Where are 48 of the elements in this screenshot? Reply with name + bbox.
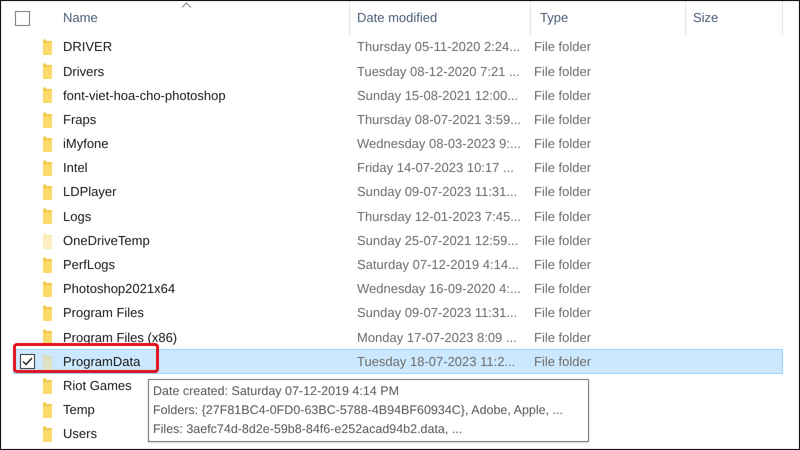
file-type: File folder	[534, 281, 592, 296]
file-name: Program Files (x86)	[63, 328, 178, 347]
file-name: Users	[63, 425, 97, 444]
file-name: Fraps	[63, 110, 96, 129]
file-name: Photoshop2021x64	[63, 280, 176, 298]
date-modified: Saturday 07-12-2019 4:14...	[357, 257, 519, 272]
file-type: File folder	[534, 257, 592, 272]
tooltip-line: Date created: Saturday 07-12-2019 4:14 PM	[153, 383, 400, 400]
file-type: File folder	[534, 160, 592, 176]
file-name: OneDriveTemp	[63, 232, 150, 250]
date-modified: Sunday 25-07-2021 12:59...	[357, 232, 518, 248]
date-modified: Monday 17-07-2023 8:09 ...	[357, 330, 517, 345]
file-name: font-viet-hoa-cho-photoshop	[63, 86, 226, 105]
file-type: File folder	[534, 136, 592, 152]
file-type: File folder	[534, 330, 592, 345]
file-name: DRIVER	[63, 38, 112, 56]
date-modified: Sunday 15-08-2021 12:00...	[357, 88, 518, 103]
file-name: LDPlayer	[63, 183, 116, 202]
file-type: File folder	[534, 39, 592, 54]
date-modified: Tuesday 18-07-2023 11:2...	[357, 354, 516, 369]
tooltip-line: Files: 3aefc74d-8d2e-59b8-84f6-e252acad94b2.data, ...	[153, 421, 464, 438]
file-type: File folder	[534, 88, 592, 103]
file-type: File folder	[534, 184, 592, 200]
file-name: Riot Games	[63, 376, 132, 395]
file-name: iMyfone	[63, 135, 109, 154]
file-type: File folder	[534, 354, 592, 369]
file-name: Drivers	[63, 62, 104, 81]
file-type: File folder	[534, 305, 592, 320]
file-type: File folder	[534, 112, 592, 127]
file-type: File folder	[534, 208, 592, 224]
date-modified: Thursday 08-07-2021 3:59...	[357, 112, 522, 127]
date-modified: Tuesday 08-12-2020 7:21 ...	[357, 64, 520, 79]
date-modified: Friday 14-07-2023 10:17 ...	[357, 160, 514, 176]
file-name: ProgramData	[63, 352, 140, 371]
tooltip-line: Folders: {27F81BC4-0FD0-63BC-5788-4B94BF60934C}, Adobe, Apple, ...	[153, 402, 564, 419]
file-name: Intel	[63, 159, 88, 178]
file-name: PerfLogs	[63, 256, 116, 274]
date-modified: Thursday 12-01-2023 7:45...	[357, 208, 522, 224]
file-name: Logs	[63, 208, 92, 226]
file-type: File folder	[534, 232, 592, 248]
date-modified: Sunday 09-07-2023 11:31...	[357, 305, 518, 320]
date-modified: Wednesday 08-03-2023 9:...	[357, 136, 521, 152]
file-type: File folder	[534, 64, 592, 79]
date-modified: Sunday 09-07-2023 11:31...	[357, 184, 518, 200]
date-modified: Wednesday 16-09-2020 4:...	[357, 281, 521, 296]
file-name: Program Files	[63, 304, 144, 322]
date-modified: Thursday 05-11-2020 2:24...	[357, 39, 520, 54]
file-name: Temp	[63, 401, 95, 420]
